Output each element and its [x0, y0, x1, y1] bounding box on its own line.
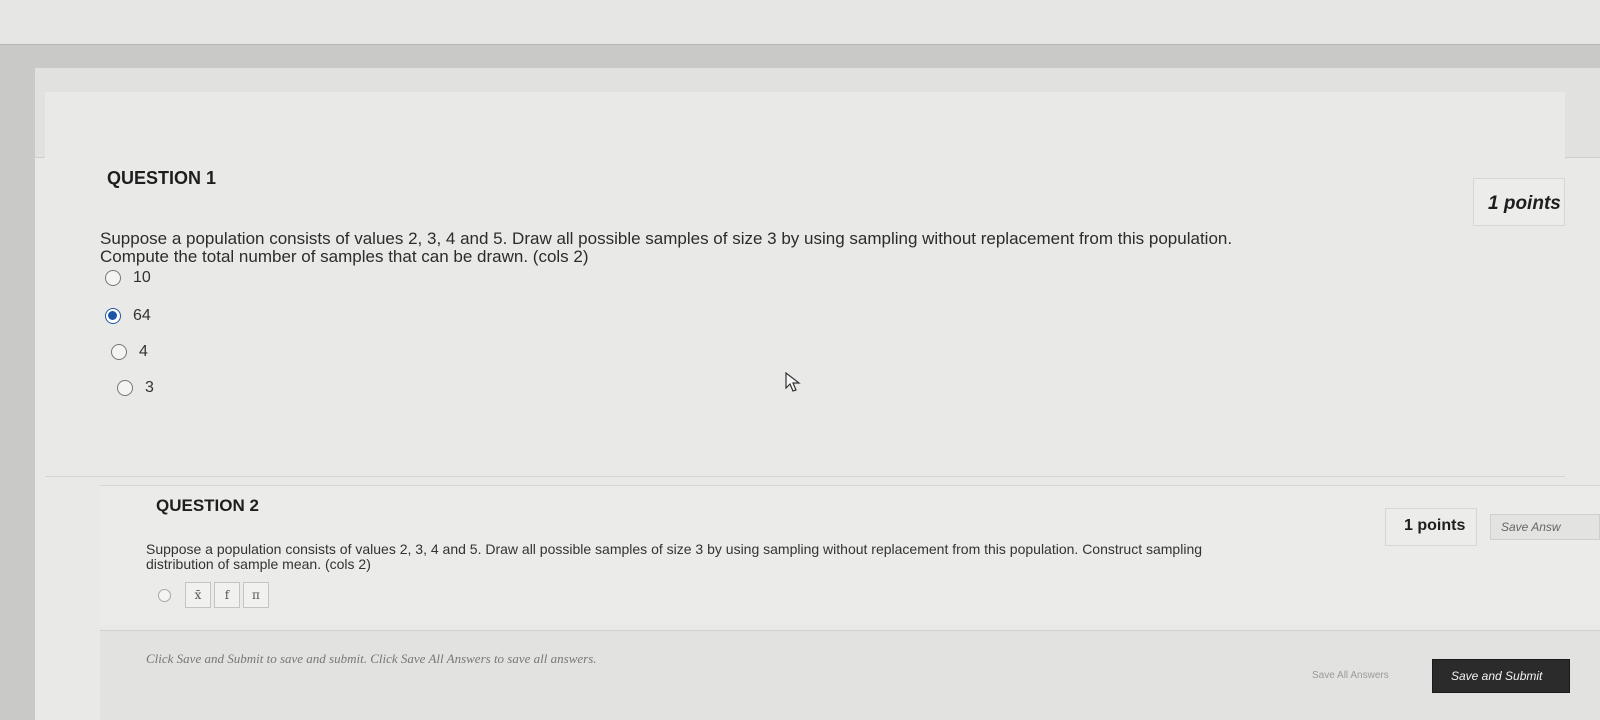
option-label: 10	[133, 269, 151, 286]
answer-editor-toolbar: x̄ f π	[158, 582, 272, 608]
option-64[interactable]: 64	[105, 305, 245, 327]
footer-instructions: Click Save and Submit to save and submit…	[146, 651, 597, 666]
radio-icon[interactable]	[105, 270, 121, 286]
question-2-points: 1 points	[1385, 508, 1477, 546]
radio-icon[interactable]	[111, 344, 127, 360]
option-3[interactable]: 3	[117, 377, 257, 399]
question-2: QUESTION 2 1 points Save Answ Suppose a …	[100, 485, 1600, 625]
option-4[interactable]: 4	[111, 341, 251, 363]
question-2-text: Suppose a population consists of values …	[146, 541, 1203, 572]
question-1-points: 1 points	[1473, 178, 1565, 226]
top-strip	[0, 0, 1600, 45]
sample-mean-tool-icon[interactable]: x̄	[185, 582, 211, 608]
question-1-title: QUESTION 1	[107, 168, 217, 188]
save-answer-button[interactable]: Save Answ	[1490, 514, 1600, 540]
question-2-title: QUESTION 2	[156, 496, 259, 515]
option-label: 4	[139, 343, 148, 360]
save-and-submit-button[interactable]: Save and Submit	[1432, 659, 1570, 693]
submit-footer: Click Save and Submit to save and submit…	[100, 630, 1600, 720]
save-all-answers-button[interactable]: Save All Answers	[1300, 665, 1410, 687]
question-1-text: Suppose a population consists of values …	[100, 229, 1233, 266]
question-1: QUESTION 1 1 points Suppose a population…	[45, 92, 1565, 477]
radio-selected-icon[interactable]	[105, 308, 121, 324]
function-tool-icon[interactable]: f	[214, 582, 240, 608]
option-label: 3	[145, 379, 154, 396]
radio-icon[interactable]	[117, 380, 133, 396]
mouse-cursor-icon	[785, 372, 801, 392]
option-label: 64	[133, 307, 151, 324]
pi-tool-icon[interactable]: π	[243, 582, 269, 608]
radio-icon[interactable]	[158, 588, 171, 602]
option-10[interactable]: 10	[105, 267, 245, 289]
